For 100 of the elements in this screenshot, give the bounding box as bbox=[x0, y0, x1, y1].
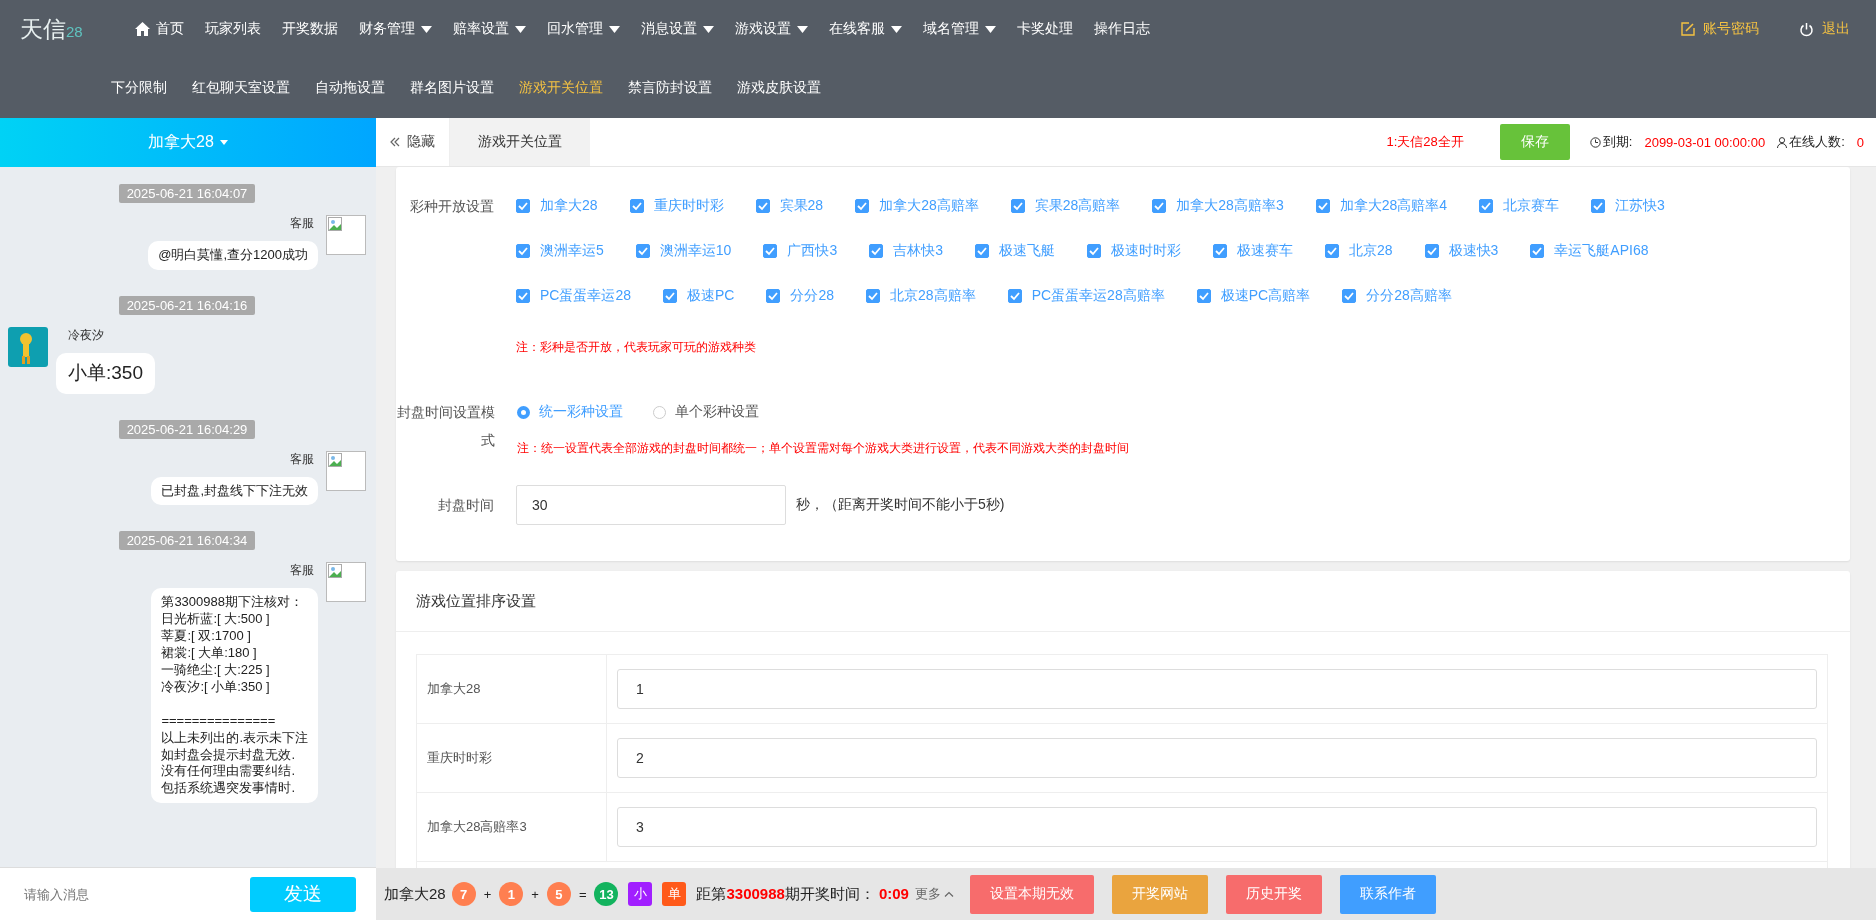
checkbox[interactable] bbox=[1010, 199, 1025, 213]
message-time: 2025-06-21 16:04:34 bbox=[118, 531, 256, 551]
game-checkbox[interactable]: 分分28 bbox=[766, 282, 835, 310]
table-cell: 重庆时时彩 bbox=[417, 724, 607, 792]
action-button[interactable]: 开奖网站 bbox=[1111, 874, 1208, 914]
checkbox[interactable] bbox=[516, 199, 530, 213]
order-input[interactable]: 1 bbox=[617, 669, 1817, 709]
checkbox[interactable] bbox=[1196, 289, 1211, 303]
nav-item[interactable]: 财务管理 bbox=[359, 20, 432, 38]
game-checkbox[interactable]: 北京28高赔率 bbox=[866, 282, 976, 310]
action-button[interactable]: 历史开奖 bbox=[1225, 874, 1322, 914]
checkbox[interactable] bbox=[755, 199, 770, 213]
game-checkbox[interactable]: 幸运飞艇API68 bbox=[1530, 237, 1649, 265]
game-checkbox[interactable]: 极速PC高赔率 bbox=[1196, 282, 1311, 310]
logout-link[interactable]: 退出 bbox=[1799, 20, 1850, 38]
nav-item[interactable]: 首页 bbox=[135, 20, 184, 38]
checkbox[interactable] bbox=[1152, 199, 1167, 213]
nav-item[interactable]: 游戏设置 bbox=[735, 20, 808, 38]
countdown-text: 期开奖时间： bbox=[784, 884, 875, 904]
account-link[interactable]: 账号密码 bbox=[1681, 20, 1759, 38]
game-checkbox[interactable]: 重庆时时彩 bbox=[629, 192, 724, 220]
game-checkbox[interactable]: 广西快3 bbox=[763, 237, 838, 265]
checkbox[interactable] bbox=[516, 289, 530, 303]
nav-item[interactable]: 操作日志 bbox=[1094, 20, 1150, 38]
more-link[interactable]: 更多 bbox=[914, 885, 954, 903]
checkbox[interactable] bbox=[1007, 289, 1022, 303]
order-input[interactable]: 3 bbox=[617, 807, 1817, 847]
checkbox[interactable] bbox=[1212, 244, 1227, 258]
game-checkbox[interactable]: 宾果28 bbox=[755, 192, 824, 220]
game-checkbox[interactable]: 吉林快3 bbox=[869, 237, 943, 265]
checkbox[interactable] bbox=[1530, 244, 1545, 258]
radio-option[interactable]: 单个彩种设置 bbox=[653, 403, 759, 421]
checkbox[interactable] bbox=[1315, 199, 1330, 213]
logo-text: 天信 bbox=[20, 14, 66, 44]
send-button[interactable]: 发送 bbox=[250, 876, 356, 912]
game-checkbox[interactable]: 加拿大28 bbox=[516, 192, 598, 220]
checkbox[interactable] bbox=[763, 244, 778, 258]
time-input[interactable]: 30 bbox=[516, 485, 786, 525]
subnav-item[interactable]: 群名图片设置 bbox=[410, 79, 494, 97]
checkbox[interactable] bbox=[855, 199, 870, 213]
subnav-item[interactable]: 游戏开关位置 bbox=[519, 79, 603, 97]
clock-icon bbox=[1589, 136, 1601, 148]
game-checkbox[interactable]: PC蛋蛋幸运28高赔率 bbox=[1007, 282, 1165, 310]
action-button[interactable]: 设置本期无效 bbox=[969, 874, 1094, 914]
game-checkbox[interactable]: 加拿大28高赔率4 bbox=[1315, 192, 1448, 220]
subnav-item[interactable]: 游戏皮肤设置 bbox=[737, 79, 821, 97]
nav-item[interactable]: 回水管理 bbox=[547, 20, 620, 38]
checkbox[interactable] bbox=[974, 244, 989, 258]
checkbox[interactable] bbox=[866, 289, 881, 303]
checkbox[interactable] bbox=[663, 289, 678, 303]
nav-item[interactable]: 卡奖处理 bbox=[1017, 20, 1073, 38]
game-checkbox[interactable]: 澳洲幸运10 bbox=[635, 237, 732, 265]
nav-item[interactable]: 玩家列表 bbox=[205, 20, 261, 38]
nav-item[interactable]: 在线客服 bbox=[829, 20, 902, 38]
game-checkbox[interactable]: 北京赛车 bbox=[1479, 192, 1560, 220]
game-checkbox[interactable]: 分分28高赔率 bbox=[1342, 282, 1452, 310]
checkbox[interactable] bbox=[1479, 199, 1494, 213]
avatar-icon bbox=[8, 326, 48, 367]
checkbox[interactable] bbox=[1342, 289, 1357, 303]
game-checkbox[interactable]: 江苏快3 bbox=[1591, 192, 1665, 220]
game-checkbox[interactable]: 极速时时彩 bbox=[1086, 237, 1181, 265]
checkbox[interactable] bbox=[1324, 244, 1339, 258]
room-selector[interactable]: 加拿大28 bbox=[0, 118, 376, 167]
checkbox[interactable] bbox=[766, 289, 781, 303]
field-label: 封盘时间设置模式 bbox=[396, 403, 496, 450]
nav-item[interactable]: 赔率设置 bbox=[453, 20, 526, 38]
checkbox[interactable] bbox=[516, 244, 530, 258]
radio-option[interactable]: 统一彩种设置 bbox=[517, 403, 623, 421]
game-checkbox[interactable]: 宾果28高赔率 bbox=[1010, 192, 1121, 220]
checkbox[interactable] bbox=[635, 244, 650, 258]
game-checkbox[interactable]: PC蛋蛋幸运28 bbox=[516, 282, 632, 310]
checkbox[interactable] bbox=[869, 244, 884, 258]
tab[interactable]: 游戏开关位置 bbox=[450, 118, 590, 166]
radio[interactable] bbox=[517, 405, 530, 419]
game-checkbox[interactable]: 北京28 bbox=[1324, 237, 1393, 265]
game-checkbox[interactable]: 加拿大28高赔率3 bbox=[1152, 192, 1284, 220]
action-button[interactable]: 联系作者 bbox=[1339, 874, 1436, 914]
checkbox[interactable] bbox=[629, 199, 644, 213]
checkbox[interactable] bbox=[1086, 244, 1101, 258]
nav-item[interactable]: 消息设置 bbox=[641, 20, 714, 38]
game-checkbox[interactable]: 极速赛车 bbox=[1212, 237, 1293, 265]
subnav-item[interactable]: 禁言防封设置 bbox=[628, 79, 712, 97]
message-line: @明白莫懂,查分1200成功 bbox=[158, 247, 308, 264]
game-checkbox[interactable]: 极速快3 bbox=[1424, 237, 1499, 265]
game-checkbox[interactable]: 加拿大28高赔率 bbox=[855, 192, 979, 220]
subnav-item[interactable]: 红包聊天室设置 bbox=[192, 79, 290, 97]
save-button[interactable]: 保存 bbox=[1499, 124, 1570, 160]
logo-number: 28 bbox=[66, 22, 83, 40]
game-checkbox[interactable]: 极速PC bbox=[663, 282, 735, 310]
nav-item[interactable]: 域名管理 bbox=[923, 20, 996, 38]
subnav-item[interactable]: 自动拖设置 bbox=[315, 79, 385, 97]
checkbox[interactable] bbox=[1424, 244, 1439, 258]
game-checkbox[interactable]: 极速飞艇 bbox=[974, 237, 1055, 265]
nav-item[interactable]: 开奖数据 bbox=[282, 20, 338, 38]
message-line: 一骑绝尘:[ 大:225 ] bbox=[161, 662, 271, 679]
subnav-item[interactable]: 下分限制 bbox=[111, 79, 167, 97]
result-ball: 7 bbox=[451, 882, 476, 906]
game-checkbox[interactable]: 澳洲幸运5 bbox=[516, 237, 604, 265]
checkbox[interactable] bbox=[1591, 199, 1606, 213]
order-input[interactable]: 2 bbox=[617, 738, 1817, 778]
